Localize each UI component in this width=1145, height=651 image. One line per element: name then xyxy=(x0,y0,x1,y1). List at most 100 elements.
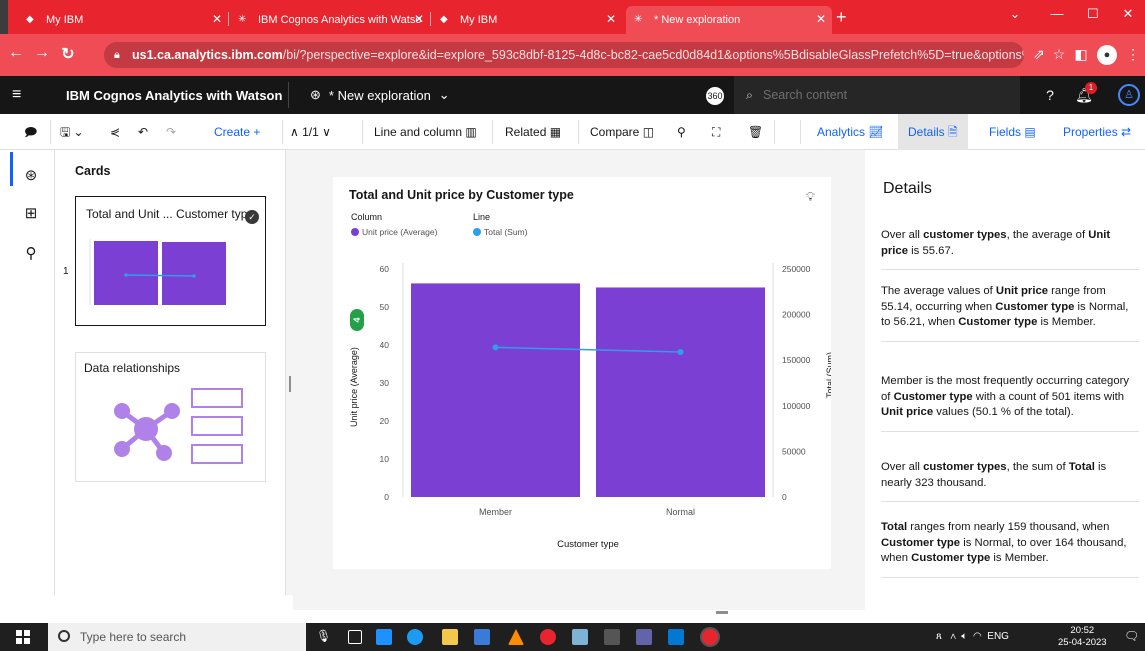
insight-item: Total ranges from nearly 159 thousand, w… xyxy=(881,520,1139,578)
data-tree-icon[interactable]: ⊞ xyxy=(22,204,40,222)
undo-icon[interactable]: ↶ xyxy=(138,114,148,150)
create-button[interactable]: Create + xyxy=(214,114,260,150)
360-badge[interactable]: 360 xyxy=(706,87,724,105)
browser-tab-my-ibm-1[interactable]: ◆ My IBM ✕ xyxy=(18,6,228,34)
url-field[interactable]: 🔒︎ us1.ca.analytics.ibm.com/bi/?perspect… xyxy=(104,42,1024,68)
close-tab-icon[interactable]: ✕ xyxy=(212,12,222,26)
maximize-window-button[interactable]: ☐ xyxy=(1078,6,1108,22)
x-axis-title: Customer type xyxy=(557,539,619,550)
action-center-icon[interactable]: 🗨︎ xyxy=(1124,629,1139,643)
redo-icon[interactable]: ↷ xyxy=(166,114,176,150)
properties-button[interactable]: Properties ⇄ xyxy=(1063,114,1131,150)
product-name: IBM Cognos Analytics with Watson xyxy=(66,88,283,103)
y-tick-label: 20 xyxy=(380,416,390,426)
compare-button[interactable]: Compare ◫ xyxy=(590,114,654,150)
cards-icon[interactable]: ⊛ xyxy=(22,166,40,184)
y-tick-label: 60 xyxy=(380,264,390,274)
close-window-button[interactable]: ✕ xyxy=(1113,6,1143,22)
close-tab-icon[interactable]: ✕ xyxy=(606,12,616,26)
y-axis-title: Unit price (Average) xyxy=(349,347,359,427)
file-explorer-icon[interactable] xyxy=(442,629,458,645)
hamburger-menu-icon[interactable]: ≡ xyxy=(12,86,21,104)
y2-tick-label: 0 xyxy=(782,492,787,502)
user-account-icon[interactable]: ♙ xyxy=(1118,84,1140,106)
share-icon[interactable]: ⇗ xyxy=(1030,46,1048,63)
windows-start-icon[interactable] xyxy=(16,630,30,644)
vlc-icon[interactable] xyxy=(508,629,524,645)
data-relationships-illustration-icon xyxy=(114,388,243,464)
data-relationships-card[interactable]: Data relationships xyxy=(75,352,266,482)
wifi-icon[interactable]: ◠ xyxy=(973,631,982,642)
close-tab-icon[interactable]: ✕ xyxy=(414,12,424,26)
details-icon: 🗎 xyxy=(948,125,958,139)
y-tick-label: 40 xyxy=(380,340,390,350)
pin-icon[interactable]: ⚲ xyxy=(22,244,40,262)
tab-search-chevron-icon[interactable]: ⌄ xyxy=(1000,6,1030,22)
fields-button[interactable]: Fields ▤ xyxy=(989,114,1036,150)
teams-icon[interactable] xyxy=(636,629,652,645)
notification-count-badge: 1 xyxy=(1085,82,1097,94)
chart-line-point xyxy=(492,344,499,351)
focus-icon[interactable]: ⛶ xyxy=(712,114,720,150)
share-icon[interactable]: ⋞ xyxy=(110,114,120,150)
related-button[interactable]: Related ▦ xyxy=(505,114,561,150)
bookmark-star-icon[interactable]: ☆ xyxy=(1050,46,1068,63)
insight-item: The average values of Unit price range f… xyxy=(881,284,1139,342)
browser-profile-avatar[interactable]: ● xyxy=(1097,45,1117,65)
minimize-window-button[interactable]: — xyxy=(1042,6,1072,21)
y-tick-label: 10 xyxy=(380,454,390,464)
canvas-scroll-handle[interactable] xyxy=(716,611,728,614)
exploration-toolbar: 🗩 🖫 ⌄ ⋞ ↶ ↷ Create + ∧ 1/1 ∨ Line and co… xyxy=(0,114,1145,150)
new-tab-button[interactable]: + xyxy=(836,8,847,26)
chevron-up-icon[interactable]: ∧ xyxy=(950,631,956,642)
browser-tab-new-exploration[interactable]: ✳ * New exploration ✕ xyxy=(626,6,832,34)
panel-splitter[interactable] xyxy=(285,150,293,595)
exploration-switcher[interactable]: ⊛ * New exploration ⌄ xyxy=(310,87,450,103)
people-icon[interactable]: ጸ xyxy=(936,631,942,642)
mail-app-icon[interactable] xyxy=(376,629,392,645)
details-button[interactable]: Details 🗎 xyxy=(898,114,968,150)
chrome-active-icon[interactable] xyxy=(702,629,718,645)
reload-icon[interactable]: ↻ xyxy=(58,44,78,64)
y2-tick-label: 250000 xyxy=(782,264,811,274)
pin-icon[interactable]: ⚲ xyxy=(677,114,686,150)
search-content-input[interactable]: ⌕ Search content xyxy=(734,76,1020,114)
forward-arrow-icon[interactable]: → xyxy=(32,44,52,62)
photos-icon[interactable] xyxy=(572,629,588,645)
edge-browser-icon[interactable] xyxy=(407,629,423,645)
y2-tick-label: 150000 xyxy=(782,355,811,365)
taskbar-clock[interactable]: 20:52 25-04-2023 xyxy=(1058,625,1107,649)
comment-icon[interactable]: 🗩 xyxy=(24,114,37,150)
close-tab-icon[interactable]: ✕ xyxy=(816,12,826,26)
back-arrow-icon[interactable]: ← xyxy=(6,44,26,62)
cognos-favicon-icon: ✳ xyxy=(634,14,643,25)
browser-tab-my-ibm-2[interactable]: ◆ My IBM ✕ xyxy=(432,6,622,34)
delete-icon[interactable]: 🗑︎ xyxy=(748,114,763,150)
browser-menu-icon[interactable]: ⋮ xyxy=(1124,46,1142,63)
language-indicator[interactable]: ENG xyxy=(987,631,1009,642)
sidebar-toggle-icon[interactable]: ◧ xyxy=(1072,46,1090,63)
insight-count-value: 4 xyxy=(352,317,362,322)
browser-tab-cognos[interactable]: ✳ IBM Cognos Analytics with Watso ✕ xyxy=(230,6,430,34)
x-tick-label: Normal xyxy=(666,507,695,517)
chrome-icon[interactable] xyxy=(540,629,556,645)
microphone-icon[interactable]: 🎙︎ xyxy=(316,629,332,645)
mini-bar xyxy=(94,241,158,305)
store-icon[interactable] xyxy=(474,629,490,645)
page-navigator[interactable]: ∧ 1/1 ∨ xyxy=(290,114,331,150)
volume-icon[interactable]: 🔈︎ xyxy=(961,631,967,642)
help-icon[interactable]: ? xyxy=(1040,87,1060,103)
analytics-button[interactable]: Analytics 📈︎ xyxy=(817,114,884,150)
app-icon[interactable] xyxy=(604,629,620,645)
app-header: ≡ IBM Cognos Analytics with Watson ⊛ * N… xyxy=(0,76,1145,114)
save-icon[interactable]: 🖫 ⌄ xyxy=(60,114,84,150)
visualization-card[interactable]: Total and Unit price by Customer type 💡︎… xyxy=(333,177,831,569)
taskbar-search-input[interactable]: Type here to search xyxy=(48,623,306,651)
browser-tab-strip: ◆ My IBM ✕ ✳ IBM Cognos Analytics with W… xyxy=(0,0,1145,34)
fields-icon: ▤ xyxy=(1024,125,1036,139)
insight-item: Member is the most frequently occurring … xyxy=(881,374,1139,432)
card-thumbnail[interactable]: Total and Unit ... Customer type ✓ 1 xyxy=(63,196,266,326)
task-view-icon[interactable] xyxy=(348,630,362,644)
vscode-icon[interactable] xyxy=(668,629,684,645)
viz-type-button[interactable]: Line and column ▥ xyxy=(374,114,477,150)
